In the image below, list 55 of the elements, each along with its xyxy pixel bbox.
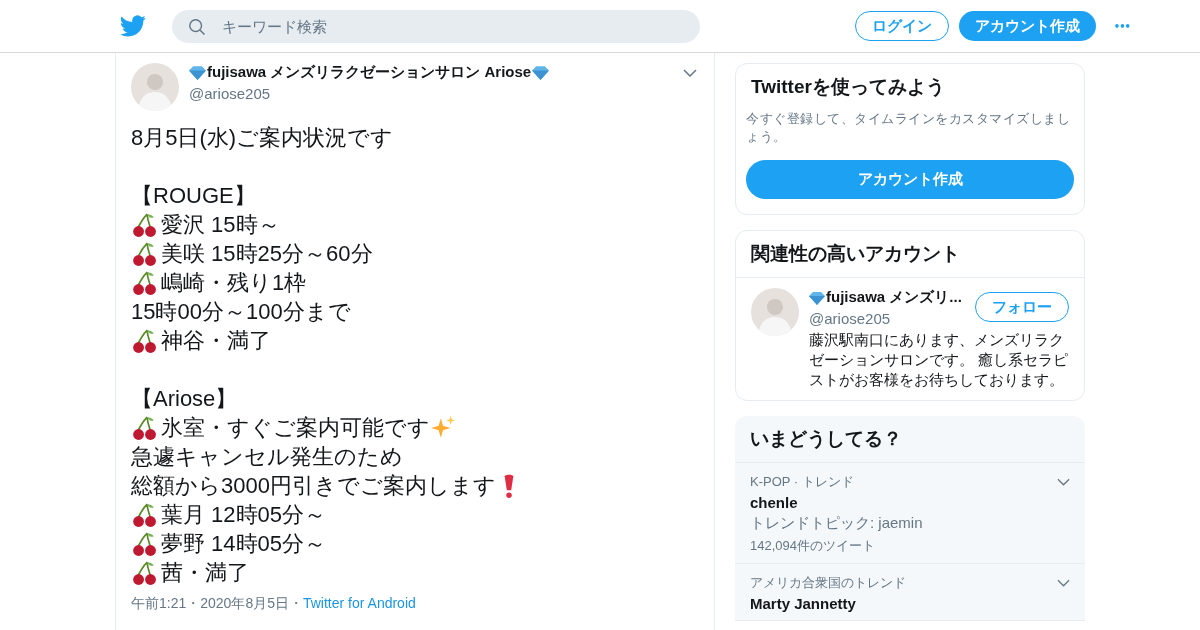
- tweet-text-line: 茜・満了: [161, 559, 249, 587]
- tweet-text-line: 氷室・すぐご案内可能です: [161, 414, 430, 442]
- more-button[interactable]: •••: [1105, 20, 1140, 32]
- cherry-icon: [131, 240, 157, 267]
- bird-logo-icon[interactable]: [120, 13, 146, 39]
- tweet-text-line: 総額から3000円引きでご案内します: [131, 472, 496, 500]
- tweet-text-line: 愛沢 15時～: [161, 211, 280, 239]
- tweet-text-line: 美咲 15時25分～60分: [161, 240, 373, 268]
- signup-button[interactable]: アカウント作成: [746, 160, 1074, 199]
- account-handle[interactable]: @ariose205: [809, 310, 962, 327]
- tweet-text-line: 葉月 12時05分～: [161, 501, 327, 529]
- trend-name: chenle: [750, 494, 799, 511]
- tweet-text-line: 15時00分～100分まで: [131, 298, 351, 326]
- author-handle[interactable]: @ariose205: [189, 85, 673, 102]
- cherry-icon: [131, 414, 157, 441]
- cherry-icon: [131, 211, 157, 238]
- trend-category: K-POP · トレンド: [750, 473, 854, 491]
- search-icon: [188, 17, 206, 36]
- diamond-icon: [189, 65, 206, 80]
- chevron-down-icon[interactable]: [1057, 478, 1070, 486]
- account-name[interactable]: fujisawa メンズリ...: [826, 288, 962, 307]
- card-title: Twitterを使ってみよう: [750, 75, 946, 99]
- tweet-text-line: 急遽キャンセル発生のため: [131, 443, 403, 471]
- tweet-count: 142,094件のツイート: [750, 537, 876, 555]
- cherry-icon: [131, 530, 157, 557]
- tweet-text-line: 【ROUGE】: [131, 182, 256, 210]
- card-title: 関連性の高いアカウント: [736, 231, 1084, 278]
- trend-category: アメリカ合衆国のトレンド: [750, 574, 906, 592]
- trend-name: Marty Jannetty: [750, 595, 857, 612]
- trend-topic: トレンドトピック: jaemin: [750, 514, 924, 533]
- tweet-text-line: 神谷・満了: [161, 327, 271, 355]
- chevron-down-icon[interactable]: [1057, 579, 1070, 587]
- follow-button[interactable]: フォロー: [975, 292, 1069, 322]
- source-link[interactable]: Twitter for Android: [302, 595, 416, 611]
- login-button[interactable]: ログイン: [854, 11, 949, 41]
- chevron-down-icon[interactable]: [683, 69, 697, 77]
- card-text: 今すぐ登録して、タイムラインをカスタマイズしましょう。: [746, 110, 1071, 146]
- trend-item[interactable]: K-POP · トレンド chenle トレンドトピック: jaemin 142,094件のツイート: [735, 463, 1085, 564]
- trend-item[interactable]: アメリカ合衆国のトレンド Marty Jannetty: [735, 564, 1085, 621]
- tweet-text-line: 8月5日(水)ご案内状況です: [131, 124, 394, 152]
- cherry-icon: [131, 327, 157, 354]
- account-bio: 藤沢駅南口にあります、メンズリラクゼーションサロンです。 癒し系セラピストがお客様をお待ちしております。: [809, 330, 1069, 390]
- cherry-icon: [131, 559, 157, 586]
- author-name[interactable]: fujisawa メンズリラクゼーションサロン Ariose: [207, 63, 532, 82]
- search-field[interactable]: キーワード検索: [172, 9, 700, 43]
- signup-button[interactable]: アカウント作成: [958, 11, 1096, 41]
- diamond-icon: [809, 290, 825, 305]
- cherry-icon: [131, 269, 157, 296]
- panel-title: いまどうしてる？: [735, 416, 1085, 463]
- tweet-text-line: 夢野 14時05分～: [161, 530, 327, 558]
- diamond-icon: [532, 65, 550, 80]
- tweet-text-line: 嶋崎・残り1枠: [161, 269, 307, 297]
- tweet-timestamp: 午前1:21・2020年8月5日・: [131, 595, 303, 611]
- cherry-icon: [131, 501, 157, 528]
- tweet-text-line: 【Ariose】: [131, 385, 238, 413]
